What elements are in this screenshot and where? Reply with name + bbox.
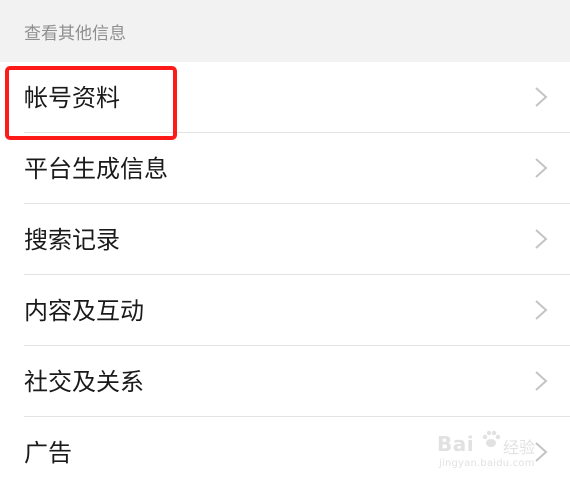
list-item-label: 搜索记录 <box>24 226 120 254</box>
list-item-content-interaction[interactable]: 内容及互动 <box>0 275 570 346</box>
list-item-label: 广告 <box>24 439 72 467</box>
section-header: 查看其他信息 <box>0 0 570 62</box>
list-item-account-info[interactable]: 帐号资料 <box>0 62 570 133</box>
list-item-search-history[interactable]: 搜索记录 <box>0 204 570 275</box>
list-item-social-relations[interactable]: 社交及关系 <box>0 346 570 417</box>
list-item-platform-info[interactable]: 平台生成信息 <box>0 133 570 204</box>
chevron-right-icon <box>535 442 548 462</box>
info-settings-page: 查看其他信息 帐号资料 平台生成信息 搜索记录 内容及互动 社交及关系 广告 B… <box>0 0 570 488</box>
chevron-right-icon <box>535 371 548 391</box>
chevron-right-icon <box>535 158 548 178</box>
info-list: 帐号资料 平台生成信息 搜索记录 内容及互动 社交及关系 广告 <box>0 62 570 488</box>
list-item-label: 内容及互动 <box>24 297 144 325</box>
list-item-label: 社交及关系 <box>24 368 144 396</box>
chevron-right-icon <box>535 229 548 249</box>
chevron-right-icon <box>535 87 548 107</box>
section-title: 查看其他信息 <box>24 24 126 44</box>
list-item-ads[interactable]: 广告 <box>0 417 570 488</box>
chevron-right-icon <box>535 300 548 320</box>
list-item-label: 帐号资料 <box>24 84 120 112</box>
list-item-label: 平台生成信息 <box>24 155 168 183</box>
